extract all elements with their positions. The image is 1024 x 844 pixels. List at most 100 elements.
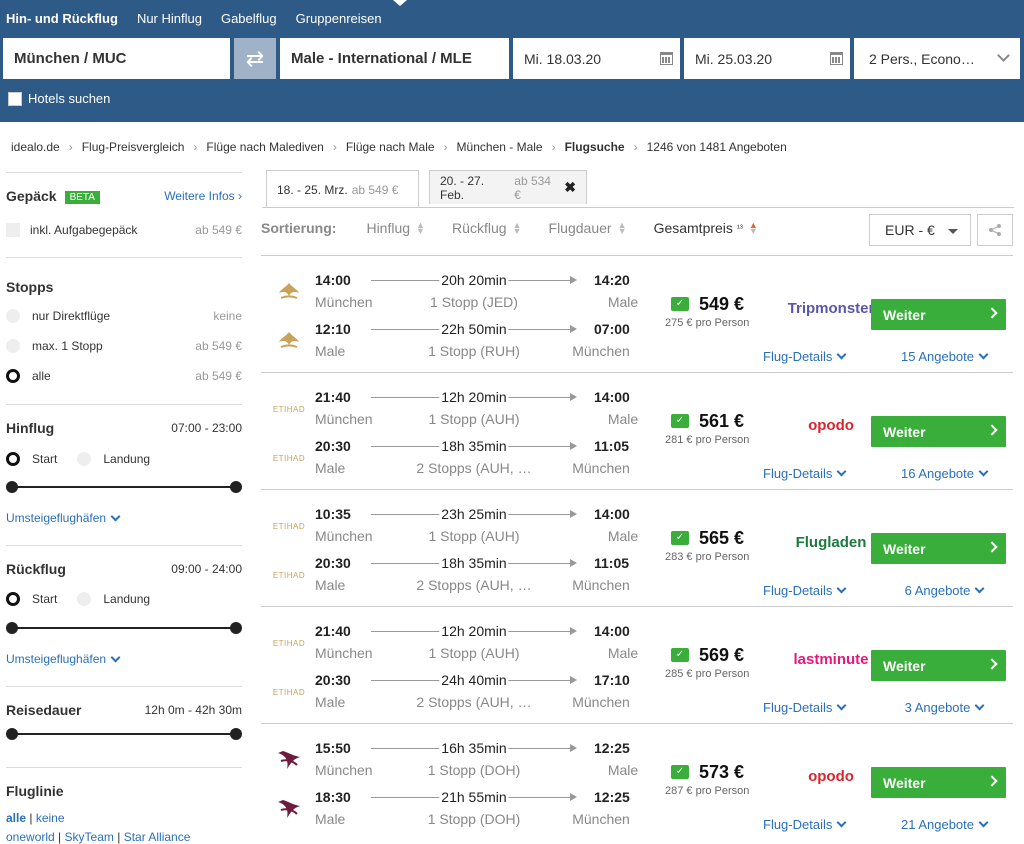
airline-none-link[interactable]: keine (36, 811, 65, 825)
offers-link[interactable]: 6 Angebote (891, 583, 997, 598)
weiter-button[interactable]: Weiter (871, 767, 1006, 798)
offers-link[interactable]: 21 Angebote (891, 817, 997, 832)
radio-selected-icon[interactable] (6, 452, 20, 466)
slider-handle-max[interactable] (230, 728, 242, 740)
breadcrumb-item[interactable]: idealo.de (11, 140, 60, 154)
sort-price[interactable]: Gesamtpreis ¹³ ▲ ▼ (654, 220, 758, 236)
stops-option-one[interactable]: max. 1 Stopp ab 549 € (6, 339, 242, 353)
departure-city: München (315, 762, 373, 778)
mode-roundtrip[interactable]: Hin- und Rückflug (6, 11, 118, 26)
return-time-slider[interactable] (6, 622, 242, 634)
arrival-time: 14:00 (594, 506, 630, 522)
sort-return[interactable]: Rückflug ▲ ▼ (452, 220, 521, 236)
destination-field[interactable]: Male - International / MLE (280, 38, 509, 79)
arrival-city: München (572, 460, 630, 476)
return-start-label[interactable]: Start (32, 592, 57, 606)
alliance-link[interactable]: oneworld (6, 830, 55, 844)
duration-line: 20h 20min (371, 272, 577, 288)
duration-range: 12h 0m - 42h 30m (144, 703, 242, 717)
return-date-value: Mi. 25.03.20 (695, 50, 773, 67)
return-header: Rückflug 09:00 - 24:00 (6, 561, 242, 577)
breadcrumb-item[interactable]: München - Male (457, 140, 543, 154)
airline-select-row: alle | keine (6, 811, 246, 825)
airline-all-link[interactable]: alle (6, 811, 26, 825)
sort-duration[interactable]: Flugdauer ▲ ▼ (549, 220, 627, 236)
stops-option-direct[interactable]: nur Direktflüge keine (6, 309, 242, 323)
mode-oneway[interactable]: Nur Hinflug (137, 11, 202, 26)
arrow-right-icon (570, 793, 577, 801)
baggage-title-text: Gepäck (6, 188, 57, 204)
chevron-down-icon (836, 466, 847, 477)
weiter-button[interactable]: Weiter (871, 299, 1006, 330)
close-icon[interactable]: ✖ (564, 179, 576, 196)
flight-details-link[interactable]: Flug-Details (763, 466, 847, 481)
passengers-value: 2 Pers., Econo… (869, 50, 975, 67)
radio-icon[interactable] (77, 452, 92, 466)
date-tab-dates: 20. - 27. Feb. (440, 173, 485, 202)
outbound-start-label[interactable]: Start (32, 452, 57, 466)
return-transfer-toggle[interactable]: Umsteigeflughäfen (6, 652, 242, 666)
alliance-link[interactable]: SkyTeam (65, 830, 114, 844)
return-date-field[interactable]: Mi. 25.03.20 (684, 38, 850, 79)
offers-link[interactable]: 3 Angebote (891, 700, 997, 715)
date-tab-active[interactable]: 18. - 25. Mrz. ab 549 € (266, 170, 419, 208)
breadcrumb-item[interactable]: Flug-Preisvergleich (82, 140, 185, 154)
divider (6, 686, 242, 687)
currency-select[interactable]: EUR - € (869, 214, 971, 246)
outbound-time-slider[interactable] (6, 481, 242, 493)
weiter-button[interactable]: Weiter (871, 416, 1006, 447)
arrival-time: 14:00 (594, 623, 630, 639)
slider-handle-min[interactable] (6, 622, 18, 634)
depart-date-field[interactable]: Mi. 18.03.20 (513, 38, 680, 79)
alliance-link[interactable]: Star Alliance (124, 830, 191, 844)
offers-link[interactable]: 15 Angebote (891, 349, 997, 364)
stops-option-all[interactable]: alle ab 549 € (6, 369, 242, 383)
results-count: 1246 von 1481 Angeboten (646, 140, 787, 154)
flight-details-link[interactable]: Flug-Details (763, 349, 847, 364)
flight-details-label: Flug-Details (763, 349, 833, 364)
date-tab[interactable]: 20. - 27. Feb. ab 534 € ✖ (429, 170, 587, 204)
divider (6, 404, 242, 405)
breadcrumb-item[interactable]: Flüge nach Malediven (206, 140, 323, 154)
arrival-city: Male (607, 645, 639, 661)
radio-icon (6, 309, 20, 323)
breadcrumb-item[interactable]: Flüge nach Male (346, 140, 435, 154)
flight-details-link[interactable]: Flug-Details (763, 583, 847, 598)
mode-multicity[interactable]: Gabelflug (221, 11, 277, 26)
weiter-button-label: Weiter (883, 774, 926, 791)
departure-city: München (315, 294, 373, 310)
radio-icon[interactable] (77, 592, 92, 606)
share-button[interactable] (977, 214, 1013, 246)
stops-label: 2 Stopps (AUH, … (416, 577, 532, 593)
flight-details-label: Flug-Details (763, 700, 833, 715)
total-price: 569 € (699, 645, 745, 665)
outbound-landing-label[interactable]: Landung (103, 452, 150, 466)
flight-details-link[interactable]: Flug-Details (763, 817, 847, 832)
slider-handle-max[interactable] (230, 622, 242, 634)
flight-details-link[interactable]: Flug-Details (763, 700, 847, 715)
radio-selected-icon[interactable] (6, 592, 20, 606)
passengers-field[interactable]: 2 Pers., Econo… (854, 38, 1020, 79)
slider-handle-min[interactable] (6, 728, 18, 740)
duration-label: 16h 35min (439, 740, 509, 756)
weiter-button[interactable]: Weiter (871, 533, 1006, 564)
hotels-checkbox[interactable]: Hotels suchen (8, 91, 110, 106)
saudia-logo (279, 283, 299, 299)
baggage-option[interactable]: inkl. Aufgabegepäck ab 549 € (6, 223, 242, 237)
stops-option-price: ab 549 € (195, 339, 242, 353)
slider-handle-max[interactable] (230, 481, 242, 493)
total-price: 561 € (699, 411, 745, 431)
duration-slider[interactable] (6, 728, 242, 740)
origin-field[interactable]: München / MUC (3, 38, 230, 79)
offers-link[interactable]: 16 Angebote (891, 466, 997, 481)
return-landing-label[interactable]: Landung (103, 592, 150, 606)
outbound-transfer-toggle[interactable]: Umsteigeflughäfen (6, 511, 242, 525)
baggage-info-link[interactable]: Weitere Infos › (164, 189, 242, 203)
mode-group[interactable]: Gruppenreisen (296, 11, 382, 26)
offers-label: 6 Angebote (904, 583, 971, 598)
total-price: 565 € (699, 528, 745, 548)
sort-outbound[interactable]: Hinflug ▲ ▼ (366, 220, 425, 236)
slider-handle-min[interactable] (6, 481, 18, 493)
weiter-button[interactable]: Weiter (871, 650, 1006, 681)
swap-icon[interactable]: ⇄ (234, 38, 276, 79)
